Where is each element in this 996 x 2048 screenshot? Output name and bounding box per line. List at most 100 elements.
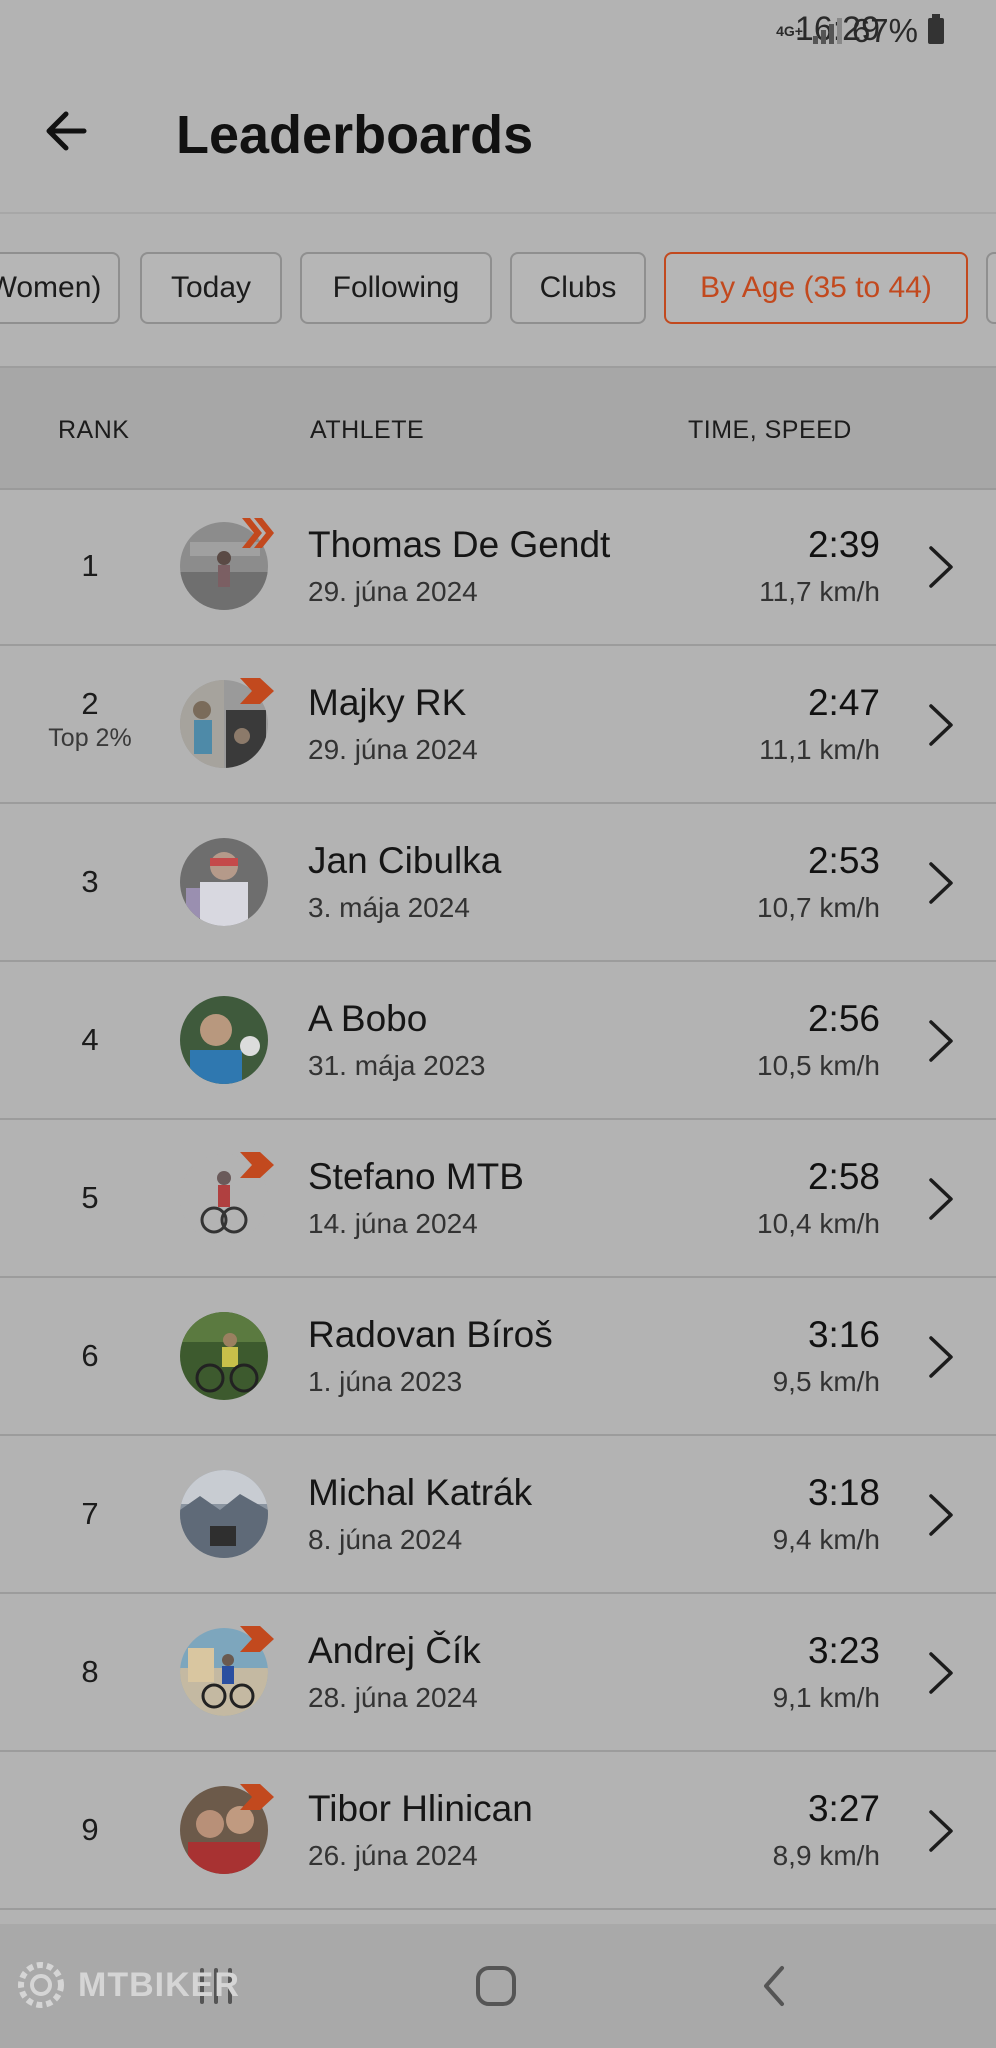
leaderboard-row[interactable]: 6 Radovan Bíroš 1. júna 2023 3:16 9,5 km… (0, 1278, 996, 1436)
rank-cell: 5 (40, 1180, 140, 1216)
effort-speed: 9,5 km/h (772, 1366, 880, 1397)
status-bar: 16:29 4G+ 67% (0, 0, 996, 64)
system-back-button[interactable] (748, 1960, 800, 2012)
chevron-right-icon (929, 1336, 953, 1378)
effort-date: 31. mája 2023 (308, 1050, 486, 1081)
home-button[interactable] (470, 1960, 522, 2012)
chevron-right-icon (929, 1652, 953, 1694)
chevron-right-icon (929, 1178, 953, 1220)
leaderboard-row[interactable]: 2 Top 2% Majky RK 29. júna 2024 2:47 11,1… (0, 646, 996, 804)
status-right: 4G+ 67% (776, 12, 944, 50)
effort-time: 3:16 (807, 1314, 880, 1355)
effort-speed: 10,5 km/h (757, 1050, 880, 1081)
filter-chip-clubs[interactable]: Clubs (510, 252, 646, 324)
athlete-avatar (180, 1470, 268, 1558)
effort-date: 28. júna 2024 (308, 1682, 478, 1713)
rank-number: 3 (81, 864, 99, 899)
athlete-avatar (180, 1312, 268, 1400)
athlete-name: Stefano MTB (308, 1156, 524, 1197)
filter-chip-women[interactable]: Women) (0, 252, 120, 324)
rank-number: 8 (81, 1654, 99, 1689)
table-header: RANK ATHLETE TIME, SPEED (0, 366, 996, 490)
effort-date: 29. júna 2024 (308, 734, 478, 765)
subscriber-badge-icon (240, 1148, 274, 1187)
effort-time: 2:53 (807, 840, 880, 881)
back-arrow-button[interactable] (40, 102, 98, 160)
effort-speed: 10,4 km/h (757, 1208, 880, 1239)
athlete-name: Jan Cibulka (308, 840, 502, 881)
chip-label: Following (332, 271, 460, 304)
leaderboard-row[interactable]: 8 Andrej Čík 28. júna 2024 3:23 9,1 km/h (0, 1594, 996, 1752)
chevron-right-icon (929, 862, 953, 904)
signal-icon (812, 18, 842, 44)
filter-chip-next[interactable] (986, 252, 996, 324)
effort-date: 1. júna 2023 (308, 1366, 463, 1397)
effort-date: 14. júna 2024 (308, 1208, 478, 1239)
filter-chip-following[interactable]: Following (300, 252, 492, 324)
battery-icon (928, 14, 944, 44)
effort-date: 8. júna 2024 (308, 1524, 463, 1555)
watermark-text: MTBIKER (78, 1965, 240, 2004)
effort-time: 3:27 (807, 1788, 880, 1829)
effort-date: 3. mája 2024 (308, 892, 470, 923)
back-arrow-icon (46, 111, 87, 151)
chevron-right-icon (929, 1810, 953, 1852)
chip-label: Today (170, 271, 252, 304)
athlete-name: Radovan Bíroš (308, 1314, 553, 1355)
filter-chip-by-age[interactable]: By Age (35 to 44) (664, 252, 968, 324)
effort-speed: 10,7 km/h (757, 892, 880, 923)
effort-speed: 11,1 km/h (759, 734, 880, 765)
athlete-name: Michal Katrák (308, 1472, 533, 1513)
effort-time: 3:23 (807, 1630, 880, 1671)
leaderboard-row[interactable]: 9 Tibor Hlinican 26. júna 2024 3:27 8,9 … (0, 1752, 996, 1910)
rank-cell: 8 (40, 1654, 140, 1690)
back-icon (764, 1966, 784, 2006)
effort-date: 26. júna 2024 (308, 1840, 478, 1871)
rank-number: 5 (81, 1180, 99, 1215)
app-header: Leaderboards (0, 64, 996, 214)
athlete-name: A Bobo (308, 998, 428, 1039)
rank-number: 9 (81, 1812, 99, 1847)
battery-percent: 67% (851, 12, 918, 49)
rank-cell: 4 (40, 1022, 140, 1058)
leaderboard-row[interactable]: 1 Thomas De Gendt 29. júna 2024 2:39 11,… (0, 488, 996, 646)
chevron-right-icon (929, 1494, 953, 1536)
effort-date: 29. júna 2024 (308, 576, 478, 607)
effort-time: 2:39 (807, 524, 880, 565)
filter-chips: Women) Today Following Clubs By Age (35 … (0, 214, 996, 366)
filter-chip-today[interactable]: Today (140, 252, 282, 324)
chip-label: Clubs (539, 271, 617, 304)
effort-time: 2:47 (807, 682, 880, 723)
leaderboard-row[interactable]: 4 A Bobo 31. mája 2023 2:56 10,5 km/h (0, 962, 996, 1120)
athlete-name: Tibor Hlinican (308, 1788, 533, 1829)
page-title: Leaderboards (176, 105, 534, 165)
percentile-label: Top 2% (48, 724, 132, 752)
effort-speed: 9,4 km/h (772, 1524, 880, 1555)
effort-time: 2:56 (807, 998, 880, 1039)
chevron-right-icon (929, 1020, 953, 1062)
effort-speed: 8,9 km/h (772, 1840, 880, 1871)
rank-cell: 2 Top 2% (40, 686, 140, 753)
mtbiker-logo-icon (18, 1962, 64, 2008)
rank-cell: 6 (40, 1338, 140, 1374)
leaderboard-row[interactable]: 7 Michal Katrák 8. júna 2024 3:18 9,4 km… (0, 1436, 996, 1594)
rank-column-header: RANK (58, 416, 130, 444)
chip-label: Women) (0, 271, 102, 304)
athlete-name: Majky RK (308, 682, 467, 723)
mtbiker-watermark: MTBIKER (14, 1958, 240, 2012)
leaderboard-row[interactable]: 3 Jan Cibulka 3. mája 2024 2:53 10,7 km/… (0, 804, 996, 962)
subscriber-badge-icon (240, 1780, 274, 1819)
rank-cell: 9 (40, 1812, 140, 1848)
rank-number: 6 (81, 1338, 99, 1373)
effort-speed: 9,1 km/h (772, 1682, 880, 1713)
status-time: 16:29 (56, 10, 880, 49)
athlete-name: Thomas De Gendt (308, 524, 611, 565)
leaderboard-row[interactable]: 5 Stefano MTB 14. júna 2024 2:58 10,4 km… (0, 1120, 996, 1278)
effort-speed: 11,7 km/h (759, 576, 880, 607)
rank-cell: 1 (40, 548, 140, 584)
subscriber-badge-icon (240, 674, 274, 713)
athlete-name: Andrej Čík (308, 1630, 481, 1671)
athlete-avatar (180, 996, 268, 1084)
network-type: 4G+ (776, 23, 803, 39)
double-chevron-badge-icon (240, 516, 274, 555)
